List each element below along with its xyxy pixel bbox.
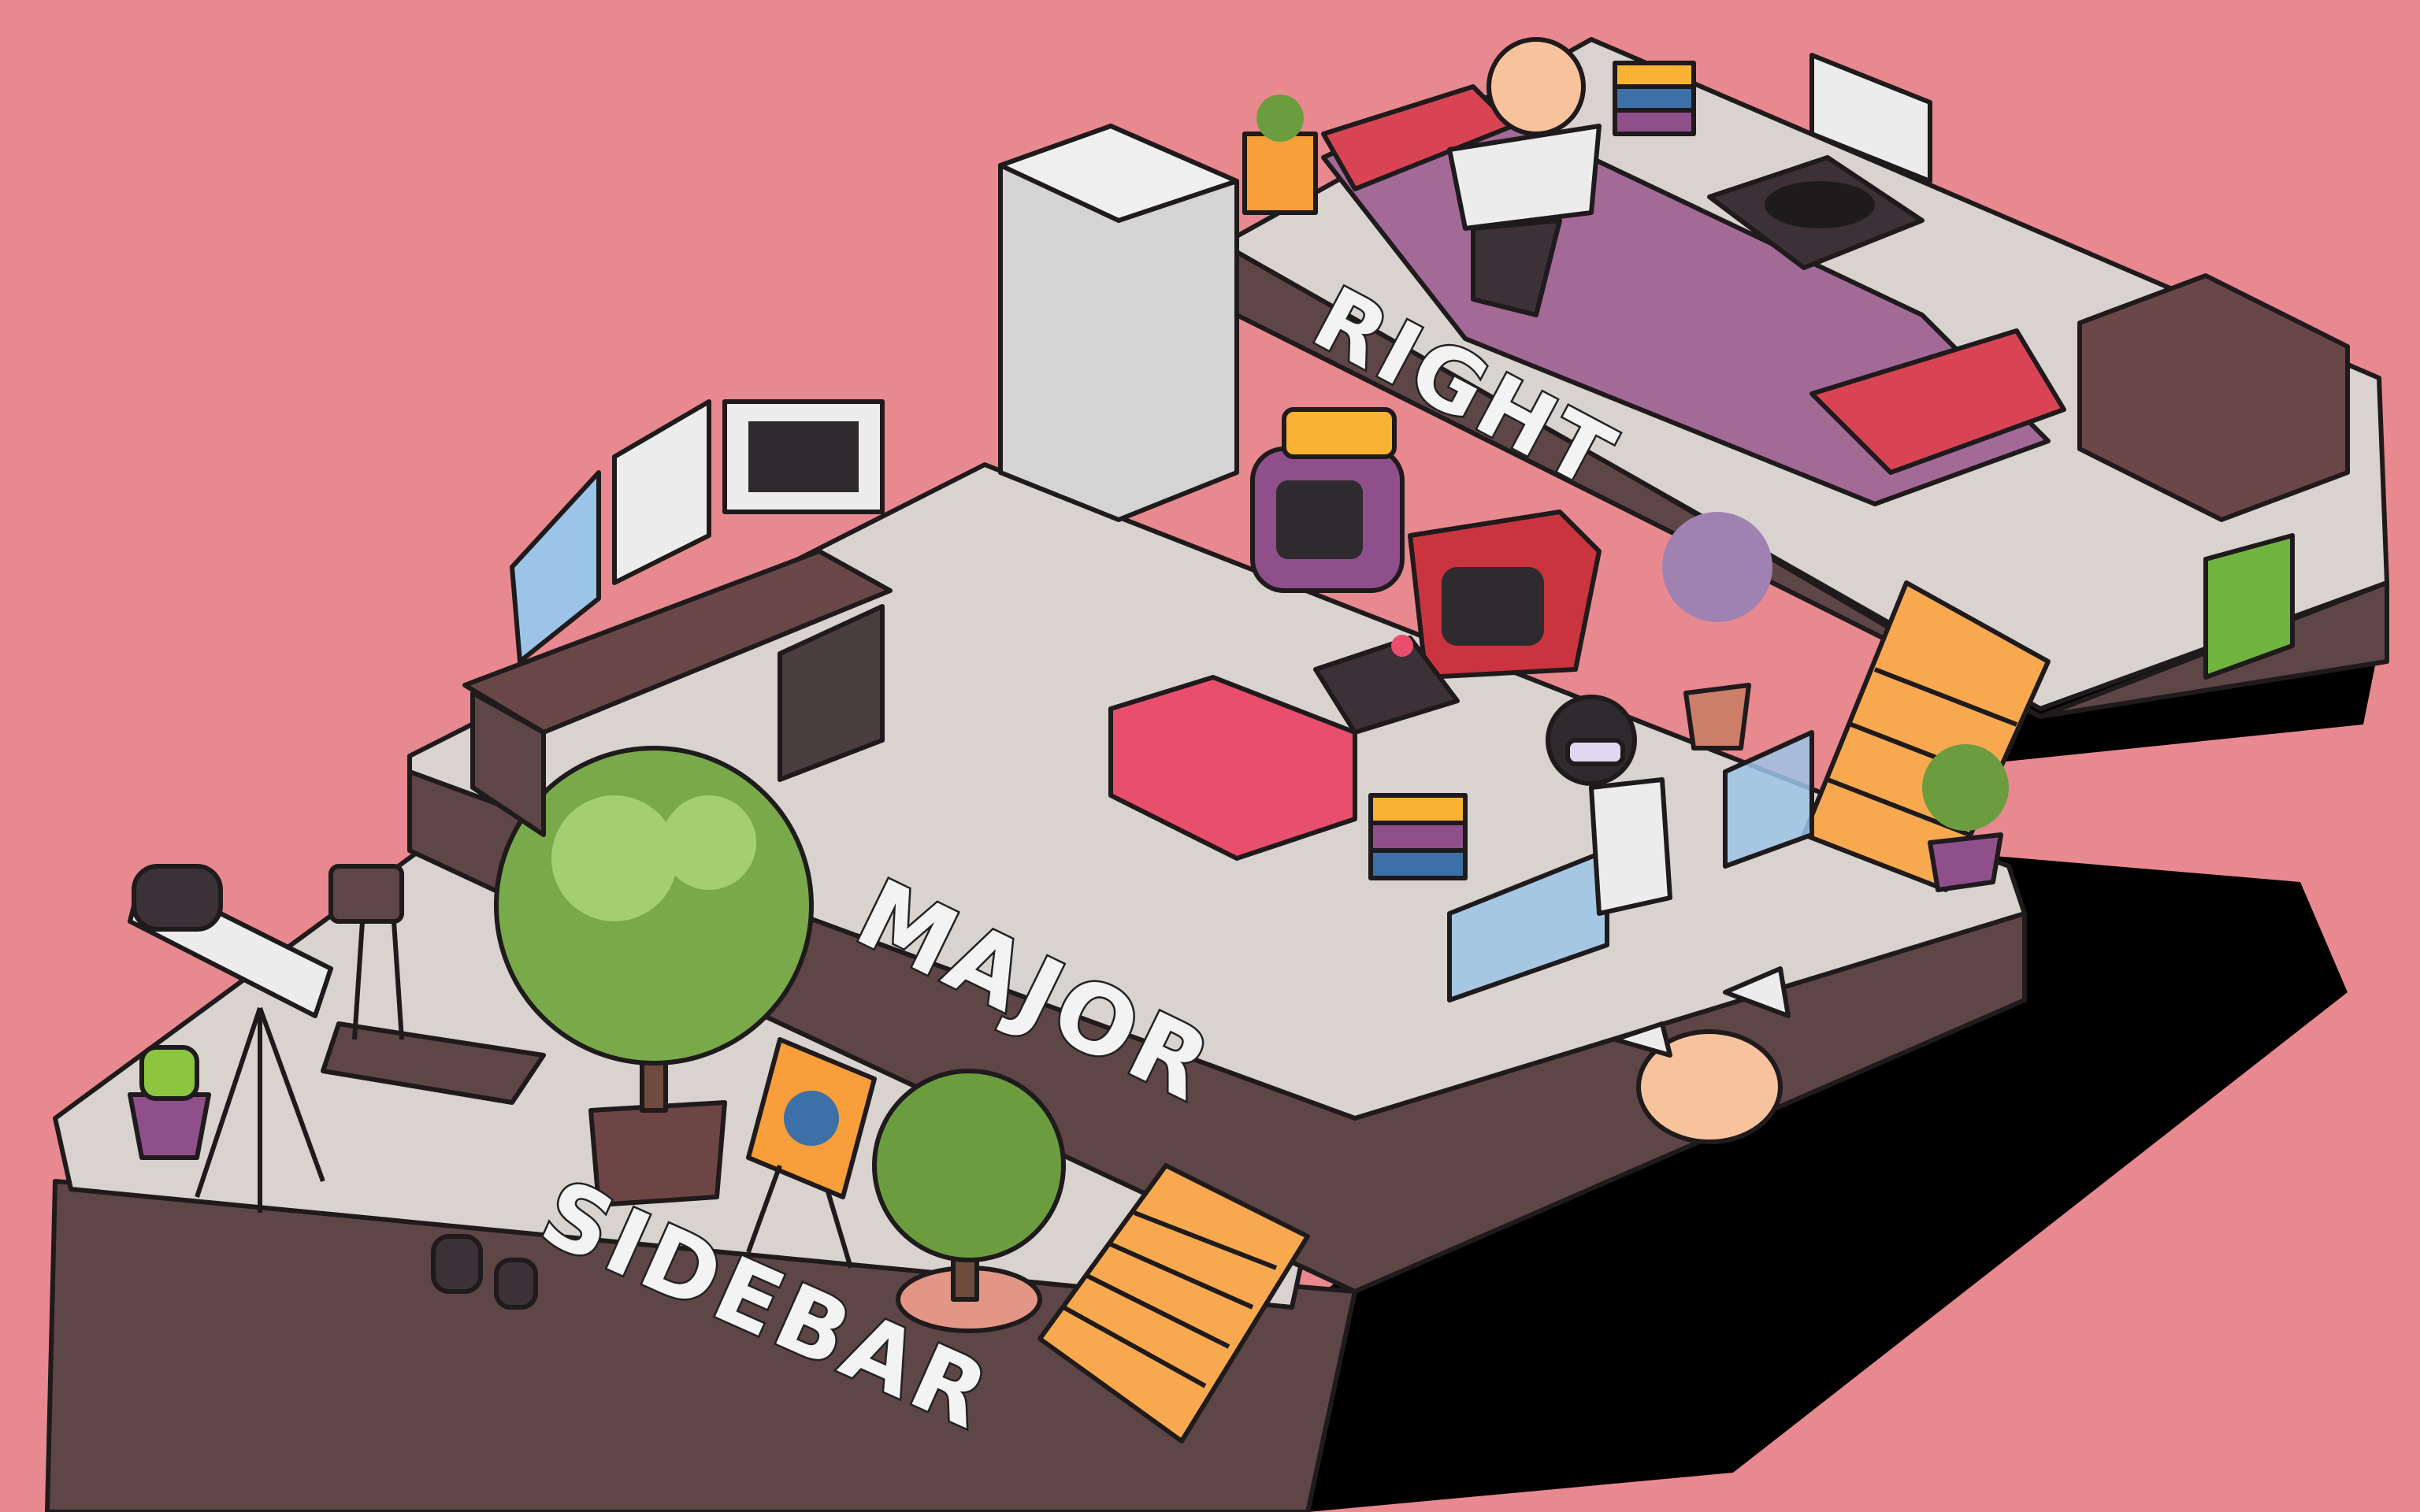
potted-plant-icon [1242,94,1318,215]
retro-tv-icon [1408,510,1602,680]
book-stack-icon [1613,61,1696,136]
flower-vase-icon [1662,512,1772,750]
isometric-room-scene: RIGHT MAJOR SIDEBAR [45,37,2389,1512]
bonsai-icon [872,1069,1066,1333]
refrigerator-icon [998,124,1239,522]
robot-tv-icon [1250,407,1405,593]
potted-plant-icon [1922,744,2009,892]
cactus-icon [128,1045,211,1160]
book-stack-icon [1368,793,1468,880]
